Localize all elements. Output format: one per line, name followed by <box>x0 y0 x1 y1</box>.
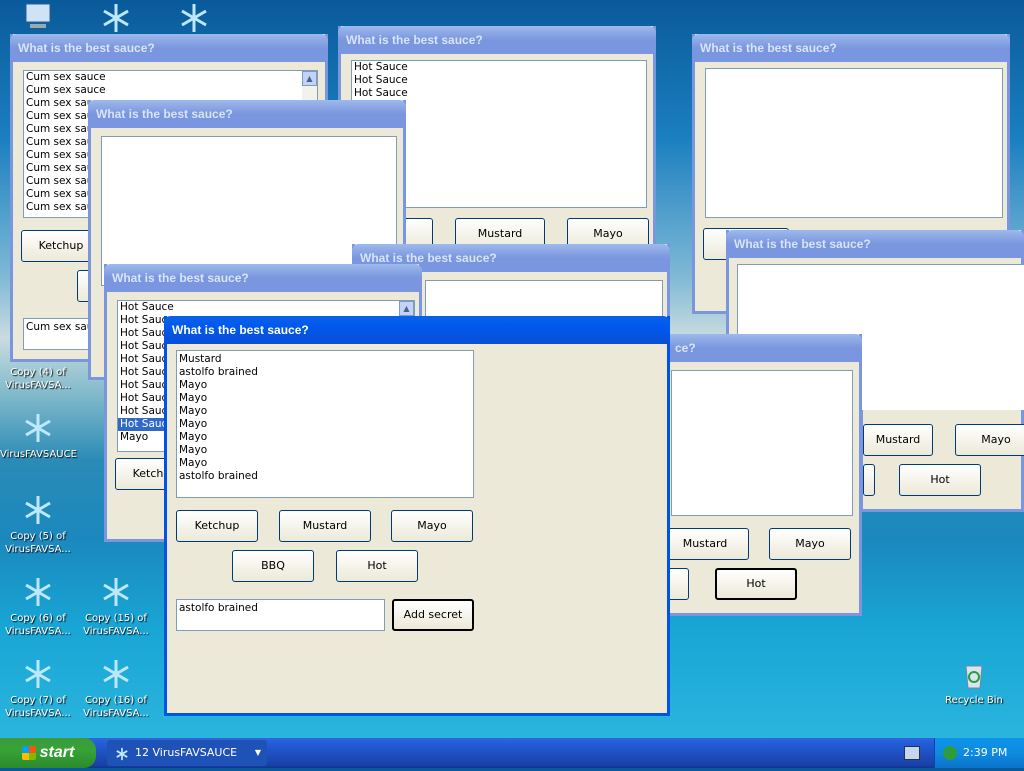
list-item[interactable]: Mayo <box>177 431 473 444</box>
desktop-icon-copy-4[interactable]: Copy (4) of VirusFAVSA... <box>0 366 76 392</box>
dialog-title: What is the best sauce? <box>88 100 406 128</box>
desktop-icon-label: VirusFAVSAUCE <box>0 449 77 460</box>
windows-logo-icon <box>21 745 36 760</box>
mustard-button[interactable]: Mustard <box>279 510 371 542</box>
sauce-list[interactable]: Mustard astolfo brained Mayo Mayo Mayo M… <box>176 350 474 498</box>
computer-icon <box>22 0 54 32</box>
dialog-title: What is the best sauce? <box>338 26 656 54</box>
desktop-icon-label: Recycle Bin <box>945 695 1003 706</box>
bbq-button[interactable]: BBQ <box>232 550 314 582</box>
secret-input[interactable]: astolfo brained <box>176 599 385 631</box>
ketchup-button[interactable]: Ketchup <box>176 510 258 542</box>
mustard-button[interactable]: Mustard <box>863 424 933 456</box>
tray-app-icon[interactable] <box>943 746 957 760</box>
list-item[interactable]: Mayo <box>177 457 473 470</box>
dialog-window[interactable]: Mustard Mayo Hot <box>860 410 1024 512</box>
desktop-icon-label: Copy (15) of VirusFAVSA... <box>83 613 149 637</box>
list-item[interactable]: Mayo <box>177 379 473 392</box>
list-item[interactable]: Mayo <box>177 444 473 457</box>
desktop-icon-copy-6[interactable]: Copy (6) of VirusFAVSA... <box>0 576 76 638</box>
dialog-title: What is the best sauce? <box>164 316 670 344</box>
dialog-window[interactable]: ce? Mustard Mayo Hot <box>652 334 862 616</box>
taskbar-group-button[interactable]: 12 VirusFAVSAUCE ▼ <box>107 740 267 766</box>
desktop-icon-label: Copy (6) of VirusFAVSA... <box>5 613 71 637</box>
snowflake-icon <box>22 494 54 526</box>
mayo-button[interactable]: Mayo <box>391 510 473 542</box>
snowflake-icon <box>115 745 129 761</box>
keyboard-icon[interactable] <box>904 746 920 760</box>
scroll-up-icon[interactable]: ▲ <box>302 71 317 86</box>
dialog-title: What is the best sauce? <box>692 34 1010 62</box>
desktop-icon-recycle-bin[interactable]: Recycle Bin <box>936 658 1012 707</box>
taskbar: start 12 VirusFAVSAUCE ▼ 2:39 PM <box>0 738 1024 768</box>
add-secret-button[interactable]: Add secret <box>392 599 474 631</box>
sauce-list[interactable] <box>705 68 1003 218</box>
list-item[interactable]: astolfo brained <box>177 366 473 379</box>
recycle-bin-icon <box>958 658 990 690</box>
system-tray: 2:39 PM <box>934 738 1024 768</box>
desktop-icon-copy-5[interactable]: Copy (5) of VirusFAVSA... <box>0 494 76 556</box>
desktop-icon-label: Copy (5) of VirusFAVSA... <box>5 531 71 555</box>
list-item[interactable]: Mayo <box>177 418 473 431</box>
desktop-icon-virusfavsauce[interactable]: VirusFAVSAUCE <box>0 412 77 461</box>
chevron-down-icon: ▼ <box>254 748 261 757</box>
dialog-title: ce? <box>652 334 862 362</box>
list-item[interactable]: Hot Sauce <box>118 301 414 314</box>
desktop-icon-copy-16[interactable]: Copy (16) of VirusFAVSA... <box>78 658 154 720</box>
dialog-title: What is the best sauce? <box>726 230 1024 258</box>
clock[interactable]: 2:39 PM <box>963 746 1007 759</box>
desktop-icon-copy-15[interactable]: Copy (15) of VirusFAVSA... <box>78 576 154 638</box>
mayo-button[interactable]: Mayo <box>769 528 851 560</box>
hot-button[interactable]: Hot <box>336 550 418 582</box>
desktop-icon-label: Copy (16) of VirusFAVSA... <box>83 695 149 719</box>
start-button[interactable]: start <box>0 738 96 768</box>
dialog-title-partial: ce? <box>675 341 696 355</box>
desktop-icon-label: Copy (4) of VirusFAVSA... <box>5 367 71 391</box>
list-item[interactable]: Hot Sauce <box>352 61 646 74</box>
scroll-up-icon[interactable]: ▲ <box>399 301 414 316</box>
snowflake-icon <box>22 576 54 608</box>
desktop-icon-label: Copy (7) of VirusFAVSA... <box>5 695 71 719</box>
list-item[interactable]: Cum sex sauce <box>24 71 317 84</box>
list-item[interactable]: Hot Sauce <box>352 87 646 100</box>
list-item[interactable]: Mayo <box>177 405 473 418</box>
list-item[interactable]: Cum sex sauce <box>24 84 317 97</box>
desktop-icon-copy-7[interactable]: Copy (7) of VirusFAVSA... <box>0 658 76 720</box>
snowflake-icon <box>178 2 210 34</box>
snowflake-icon <box>100 658 132 690</box>
desktop-icon-computer[interactable] <box>0 0 76 36</box>
desktop-icon-snowflake[interactable] <box>78 2 154 38</box>
list-item[interactable]: Mustard <box>177 353 473 366</box>
main-dialog-window[interactable]: What is the best sauce? Mustard astolfo … <box>164 316 670 716</box>
taskbar-group-label: 12 VirusFAVSAUCE <box>135 746 238 759</box>
dialog-title: What is the best sauce? <box>104 264 422 292</box>
hot-button[interactable]: Hot <box>715 568 797 600</box>
sauce-list[interactable] <box>671 370 853 516</box>
list-item[interactable]: astolfo brained <box>177 470 473 483</box>
snowflake-icon <box>100 576 132 608</box>
list-item[interactable]: Mayo <box>177 392 473 405</box>
mayo-button[interactable]: Mayo <box>955 424 1024 456</box>
snowflake-icon <box>22 412 54 444</box>
list-item[interactable]: Hot Sauce <box>352 74 646 87</box>
snowflake-icon <box>22 658 54 690</box>
start-label: start <box>39 744 75 761</box>
hot-button[interactable]: Hot <box>899 464 981 496</box>
desktop-icon-snowflake[interactable] <box>156 2 232 38</box>
bbq-button[interactable] <box>863 464 875 496</box>
mustard-button[interactable]: Mustard <box>661 528 749 560</box>
snowflake-icon <box>100 2 132 34</box>
dialog-title: What is the best sauce? <box>10 34 328 62</box>
